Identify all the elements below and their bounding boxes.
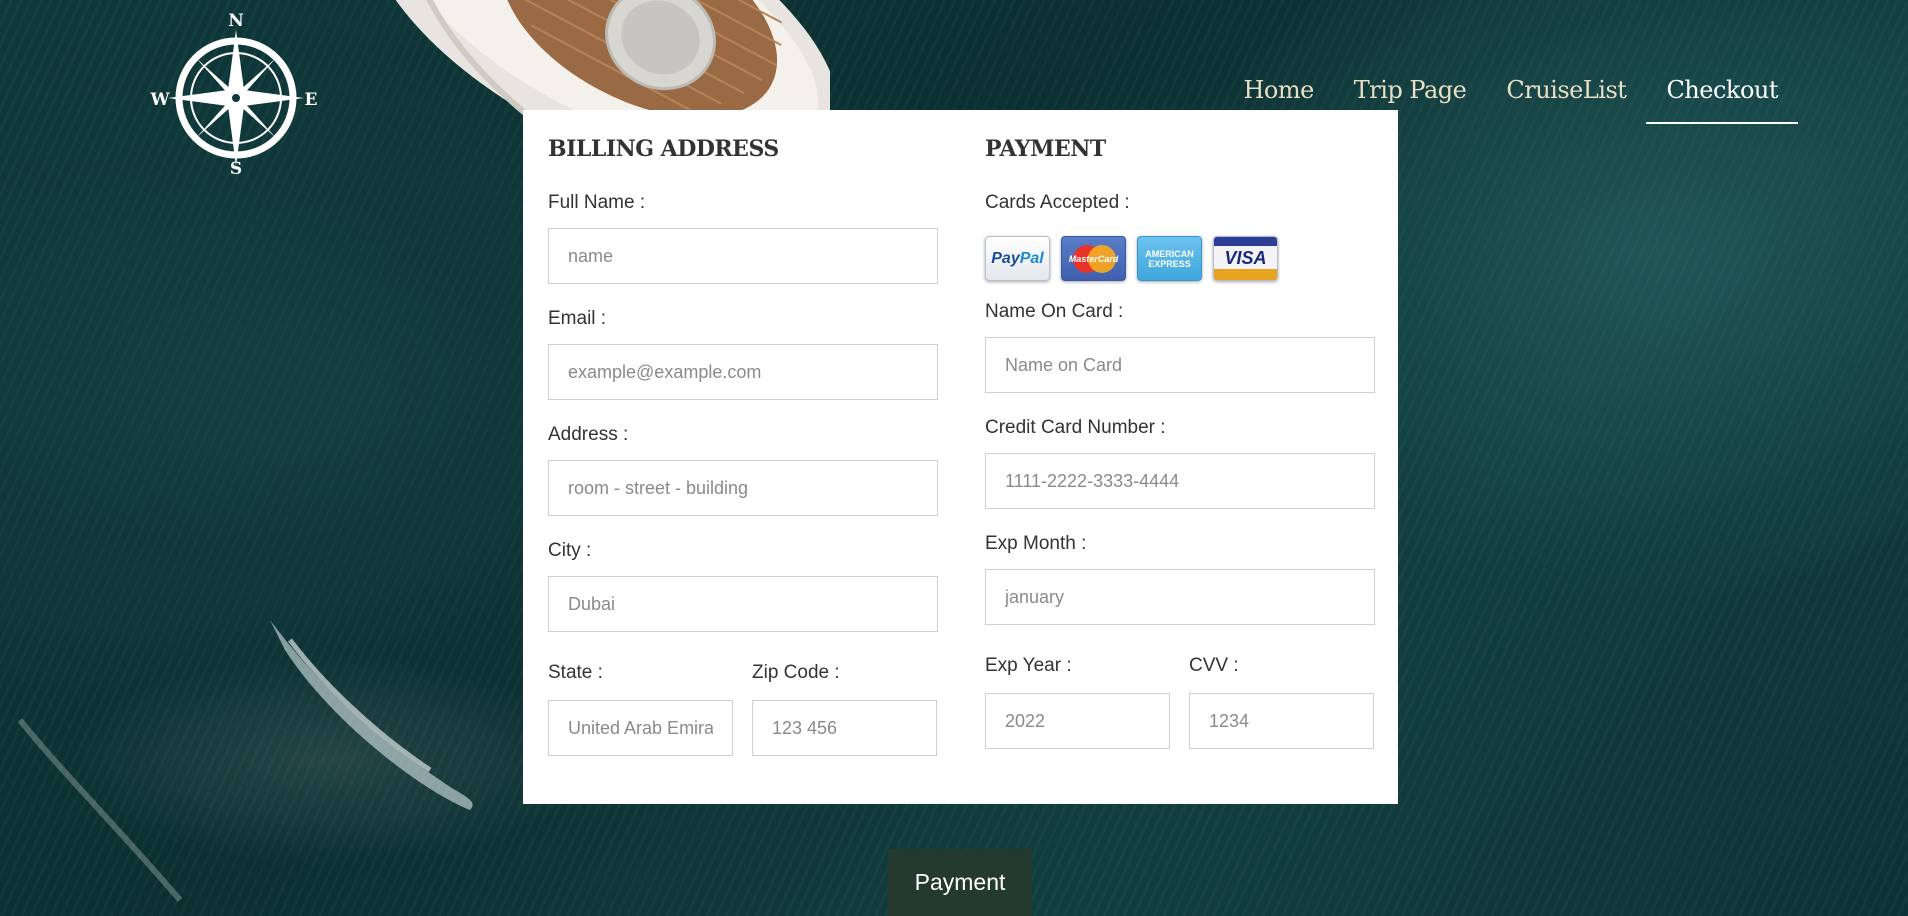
cvv-input[interactable]	[1189, 693, 1374, 749]
compass-n-label: N	[228, 11, 244, 31]
zip-group: Zip Code :	[752, 662, 937, 756]
compass-rose-icon[interactable]: N S W E	[148, 8, 318, 178]
exp-year-label: Exp Year :	[985, 655, 1072, 676]
city-input[interactable]	[548, 576, 938, 632]
state-input[interactable]	[548, 700, 733, 756]
nav-checkout[interactable]: Checkout	[1646, 72, 1798, 124]
cvv-group: CVV :	[1189, 655, 1374, 749]
state-label: State :	[548, 662, 603, 683]
zip-label: Zip Code :	[752, 662, 840, 683]
exp-month-input[interactable]	[985, 569, 1375, 625]
accepted-cards: Pay Pal MasterCard AMERICAN EXPRESS VISA	[985, 236, 1375, 281]
address-input[interactable]	[548, 460, 938, 516]
nav-cruiselist[interactable]: CruiseList	[1486, 72, 1646, 124]
address-label: Address :	[548, 424, 629, 445]
exp-month-label: Exp Month :	[985, 533, 1087, 554]
email-label: Email :	[548, 308, 607, 329]
exp-year-input[interactable]	[985, 693, 1170, 749]
billing-title: BILLING ADDRESS	[548, 136, 779, 162]
mastercard-icon: MasterCard	[1061, 236, 1126, 281]
payment-section: PAYMENT Cards Accepted : Pay Pal MasterCa…	[985, 110, 1375, 749]
zip-input[interactable]	[752, 700, 937, 756]
cards-accepted-label: Cards Accepted :	[985, 192, 1130, 213]
full-name-input[interactable]	[548, 228, 938, 284]
paypal-text-a: Pay	[991, 249, 1020, 267]
card-number-label: Credit Card Number :	[985, 417, 1166, 438]
exp-year-group: Exp Year :	[985, 655, 1170, 749]
name-on-card-label: Name On Card :	[985, 301, 1124, 322]
mastercard-text: MasterCard	[1068, 253, 1119, 264]
checkout-form: BILLING ADDRESS Full Name : Email : Addr…	[523, 110, 1398, 804]
amex-text-a: AMERICAN	[1145, 248, 1194, 259]
visa-text: VISA	[1224, 248, 1267, 268]
billing-section: BILLING ADDRESS Full Name : Email : Addr…	[548, 110, 938, 756]
amex-icon: AMERICAN EXPRESS	[1137, 236, 1202, 281]
visa-icon: VISA	[1213, 236, 1278, 281]
city-label: City :	[548, 540, 592, 561]
name-on-card-input[interactable]	[985, 337, 1375, 393]
amex-text-b: EXPRESS	[1148, 258, 1191, 269]
exp-cvv-row: Exp Year : CVV :	[985, 655, 1375, 749]
paypal-text-b: Pal	[1019, 249, 1044, 267]
state-group: State :	[548, 662, 733, 756]
email-input[interactable]	[548, 344, 938, 400]
state-zip-row: State : Zip Code :	[548, 662, 938, 756]
card-number-input[interactable]	[985, 453, 1375, 509]
full-name-label: Full Name :	[548, 192, 646, 213]
compass-w-label: W	[149, 90, 170, 110]
payment-button[interactable]: Payment	[888, 849, 1032, 916]
compass-e-label: E	[305, 90, 318, 110]
cvv-label: CVV :	[1189, 655, 1239, 676]
payment-title: PAYMENT	[985, 136, 1106, 162]
paypal-icon: Pay Pal	[985, 236, 1050, 281]
